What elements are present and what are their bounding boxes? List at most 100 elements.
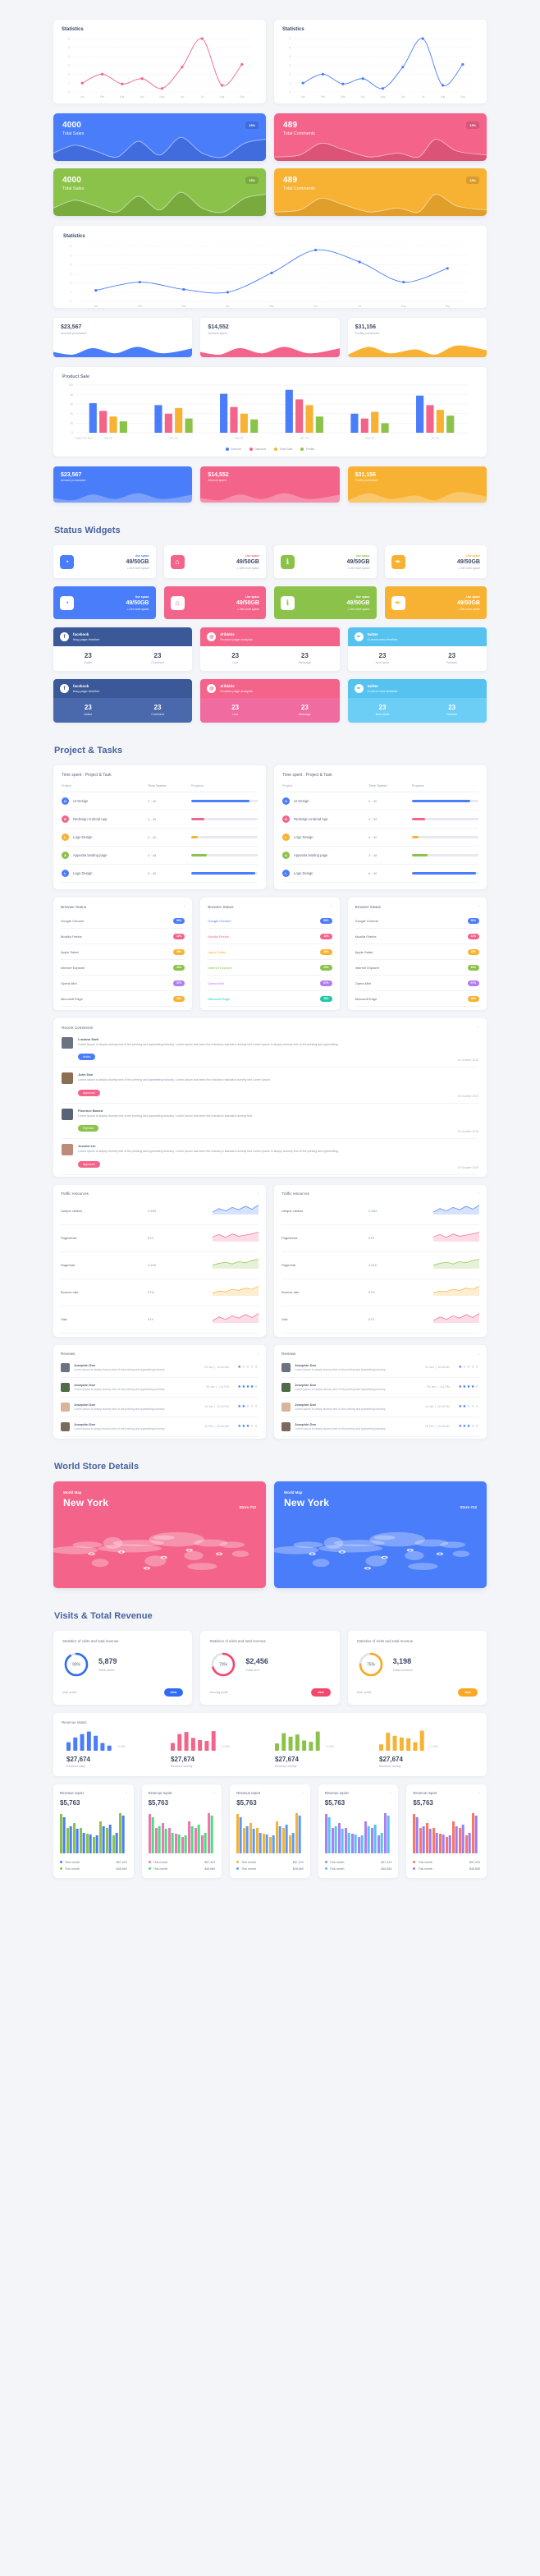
chevron-left-icon[interactable]: ‹ — [302, 1791, 304, 1795]
status-widget[interactable]: ⌂ Use space 49/50GB ▵ Get more space — [163, 586, 266, 619]
chevron-left-icon[interactable]: ‹ — [477, 1025, 478, 1030]
view-button[interactable]: view — [458, 1687, 478, 1697]
svg-text:Feb: Feb — [100, 95, 105, 99]
browser-row[interactable]: Opera Mini 07% — [61, 976, 185, 991]
traffic-row[interactable]: Bounce rate 67% — [281, 1279, 480, 1306]
social-widget[interactable]: ◎ dribbble Product page analysis 23 Live 23 Me… — [200, 627, 340, 671]
comment-tag[interactable]: Approved — [78, 1089, 100, 1096]
traffic-row[interactable]: Page/visit 2,516 — [281, 1252, 480, 1279]
chevron-left-icon[interactable]: ‹ — [478, 1192, 479, 1196]
status-more-label[interactable]: ▵ Get more space — [457, 567, 480, 570]
review-row[interactable]: Josephin Doe Lorem Ipsum is simply dummy … — [61, 1417, 259, 1437]
status-widget[interactable]: ✒ Use space 49/50GB ▵ Get more space — [384, 586, 487, 619]
traffic-row[interactable]: Visit 679 — [61, 1306, 259, 1334]
chevron-left-icon[interactable]: ‹ — [184, 904, 185, 909]
chevron-left-icon[interactable]: ‹ — [331, 904, 332, 909]
chevron-left-icon[interactable]: ‹ — [478, 904, 479, 909]
browser-row[interactable]: Apple Safari 28% — [61, 944, 185, 960]
status-widget[interactable]: ◔ Use space 49/50GB ▵ Get more space — [53, 586, 156, 619]
browser-row[interactable]: Mozilla Firefox 12% — [61, 929, 185, 944]
chevron-left-icon[interactable]: ‹ — [126, 1791, 127, 1795]
status-widget[interactable]: ◔ Use space 49/50GB ▵ Get more space — [53, 545, 156, 578]
review-row[interactable]: Josephin Doe Lorem Ipsum is simply dummy … — [61, 1378, 259, 1398]
review-row[interactable]: Josephin Doe Lorem Ipsum is simply dummy … — [281, 1398, 479, 1417]
status-more-label[interactable]: ▵ Get more space — [236, 608, 259, 611]
status-widget[interactable]: ℹ Use space 49/50GB ▵ Get more space — [274, 545, 377, 578]
avatar — [62, 1072, 73, 1085]
status-more-label[interactable]: ▵ Get more space — [457, 608, 480, 611]
visits-revenue-card: Statistics of visits and total revenue 70… — [200, 1630, 340, 1705]
status-more-label[interactable]: ▵ Get more space — [126, 608, 149, 611]
browser-row[interactable]: Apple Safari 28% — [355, 944, 479, 960]
chevron-left-icon[interactable]: ‹ — [478, 1791, 480, 1795]
table-row[interactable]: L Logo Design 6 : 40 — [282, 865, 478, 883]
table-row[interactable]: R Redesign Android App 4 : 35 — [62, 810, 258, 829]
comment-item[interactable]: Florence Bosed Lorem Ipsum is simply dumm… — [62, 1104, 478, 1140]
time-spent: 6 : 40 — [148, 835, 157, 839]
browser-row[interactable]: Mozilla Firefox 12% — [208, 929, 332, 944]
status-more-label[interactable]: ▵ Get more space — [236, 567, 259, 570]
browser-row[interactable]: Google Chrome 50% — [61, 913, 185, 929]
chevron-left-icon[interactable]: ‹ — [214, 1791, 216, 1795]
table-row[interactable]: R Redesign Android App 4 : 35 — [282, 810, 478, 829]
table-row[interactable]: U UI Design 2 : 40 — [62, 792, 258, 810]
status-widget[interactable]: ✒ Use space 49/50GB ▵ Get more space — [384, 545, 487, 578]
browser-row[interactable]: Apple Safari 28% — [208, 944, 332, 960]
review-row[interactable]: Josephin Doe Lorem Ipsum is simply dummy … — [281, 1417, 479, 1437]
comment-item[interactable]: John Doe Lorem Ipsum is simply dummy text… — [62, 1068, 478, 1104]
table-row[interactable]: A Appextia landing page 3 : 48 — [62, 847, 258, 865]
table-row[interactable]: A Appextia landing page 3 : 48 — [282, 847, 478, 865]
status-more-label[interactable]: ▵ Get more space — [346, 608, 370, 611]
revenue-status-col: +1.6% $27,674 Revenue weekly — [270, 1729, 374, 1768]
view-button[interactable]: view — [163, 1687, 184, 1697]
traffic-row[interactable]: Bounce rate 67% — [61, 1279, 259, 1306]
browser-row[interactable]: Google Chrome 50% — [208, 913, 332, 929]
traffic-row[interactable]: Visit 679 — [281, 1306, 480, 1334]
table-row[interactable]: L Logo Design 6 : 40 — [62, 829, 258, 847]
status-more-label[interactable]: ▵ Get more space — [126, 567, 149, 570]
status-widget[interactable]: ℹ Use space 49/50GB ▵ Get more space — [274, 586, 377, 619]
chevron-left-icon[interactable]: ‹ — [257, 1352, 259, 1357]
comment-item[interactable]: Jessica Lin Lorem Ipsum is simply dummy t… — [62, 1139, 478, 1175]
browser-row[interactable]: Opera Mini 07% — [208, 976, 332, 991]
traffic-row[interactable]: Unique visitors 4,563 — [61, 1198, 259, 1225]
traffic-row[interactable]: Page/visit 2,516 — [61, 1252, 259, 1279]
browser-row[interactable]: Opera Mini 07% — [355, 976, 479, 991]
progress-bar — [411, 800, 478, 802]
comment-tag[interactable]: Approved — [78, 1160, 100, 1168]
social-widget[interactable]: f facebook blog page timeline 23 Active 23 Com… — [53, 627, 193, 671]
browser-row[interactable]: Microsoft Edge 28% — [208, 991, 332, 1007]
social-widget[interactable]: ✒ twitter Current new timeline 23 New tweet 2… — [347, 679, 487, 723]
browser-row[interactable]: Microsoft Edge 28% — [355, 991, 479, 1007]
browser-row[interactable]: Google Chrome 50% — [355, 913, 479, 929]
comment-item[interactable]: Luciano Dark Lorem Ipsum is simply dummy … — [62, 1032, 478, 1068]
review-row[interactable]: Josephin Doe Lorem Ipsum is simply dummy … — [61, 1358, 259, 1378]
status-widget[interactable]: ⌂ Use space 49/50GB ▵ Get more space — [163, 545, 266, 578]
view-button[interactable]: view — [310, 1687, 331, 1697]
browser-row[interactable]: Internet Explorer 22% — [208, 960, 332, 976]
comment-tag[interactable]: Rejected — [78, 1125, 99, 1132]
table-row[interactable]: L Logo Design 6 : 40 — [282, 829, 478, 847]
browser-row[interactable]: Mozilla Firefox 12% — [355, 929, 479, 944]
browser-row[interactable]: Internet Explorer 22% — [61, 960, 185, 976]
review-row[interactable]: Josephin Doe Lorem Ipsum is simply dummy … — [61, 1398, 259, 1417]
facebook-icon: f — [60, 632, 69, 641]
comment-tag[interactable]: Action — [78, 1054, 96, 1061]
table-row[interactable]: U UI Design 2 : 40 — [282, 792, 478, 810]
browser-row[interactable]: Microsoft Edge 28% — [61, 991, 185, 1007]
table-row[interactable]: L Logo Design 6 : 40 — [62, 865, 258, 883]
chevron-left-icon[interactable]: ‹ — [391, 1791, 392, 1795]
review-row[interactable]: Josephin Doe Lorem Ipsum is simply dummy … — [281, 1378, 479, 1398]
review-row[interactable]: Josephin Doe Lorem Ipsum is simply dummy … — [281, 1358, 479, 1378]
status-more-label[interactable]: ▵ Get more space — [346, 567, 370, 570]
social-widget[interactable]: ✒ twitter Current new timeline 23 New tweet 2… — [347, 627, 487, 671]
social-widget[interactable]: f facebook blog page timeline 23 Active 23 Com… — [53, 679, 193, 723]
traffic-row[interactable]: Unique visitors 4,563 — [281, 1198, 480, 1225]
browser-row[interactable]: Internet Explorer 22% — [355, 960, 479, 976]
reviews-title: Reviews — [281, 1352, 296, 1357]
chevron-left-icon[interactable]: ‹ — [257, 1192, 259, 1196]
social-widget[interactable]: ◎ dribbble Product page analysis 23 Live 23 Me… — [200, 679, 340, 723]
traffic-row[interactable]: Pageviews 679 — [61, 1225, 259, 1252]
traffic-row[interactable]: Pageviews 679 — [281, 1225, 480, 1252]
chevron-left-icon[interactable]: ‹ — [478, 1352, 479, 1357]
